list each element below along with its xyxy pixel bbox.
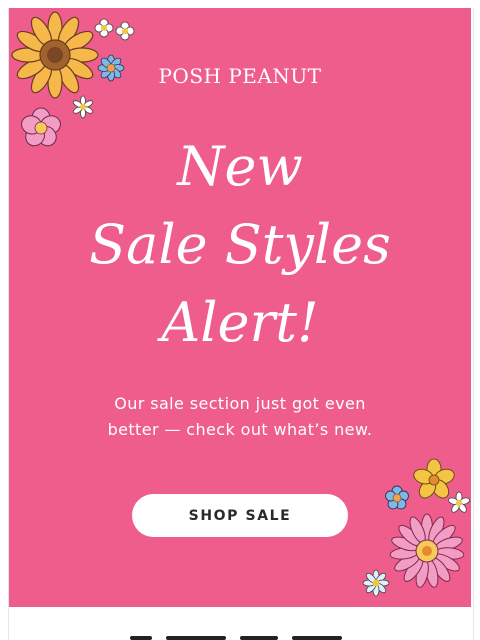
subtext-line: better — check out what’s new.: [107, 420, 373, 439]
headline: New Sale Styles Alert!: [9, 128, 471, 362]
brand-logo[interactable]: POSH PEANUT: [9, 64, 471, 88]
next-section-text-cutoff: [120, 626, 360, 640]
yellow-flower-icon: [413, 458, 455, 499]
daisy-icon: [72, 95, 94, 119]
headline-line: New: [177, 135, 303, 198]
headline-line: Sale Styles: [89, 213, 391, 276]
daisy-icon: [362, 569, 390, 597]
daisy-icon: [448, 491, 470, 513]
subtext-line: Our sale section just got even: [114, 394, 366, 413]
hero-banner: POSH PEANUT New Sale Styles Alert! Our s…: [9, 8, 471, 607]
daisy-icon: [94, 18, 114, 38]
headline-line: Alert!: [161, 291, 319, 354]
pink-flower-icon: [389, 513, 465, 588]
subtext: Our sale section just got even better — …: [49, 391, 431, 443]
daisy-icon: [115, 21, 135, 41]
shop-sale-button[interactable]: SHOP SALE: [132, 494, 348, 537]
blue-flower-icon: [385, 485, 409, 510]
